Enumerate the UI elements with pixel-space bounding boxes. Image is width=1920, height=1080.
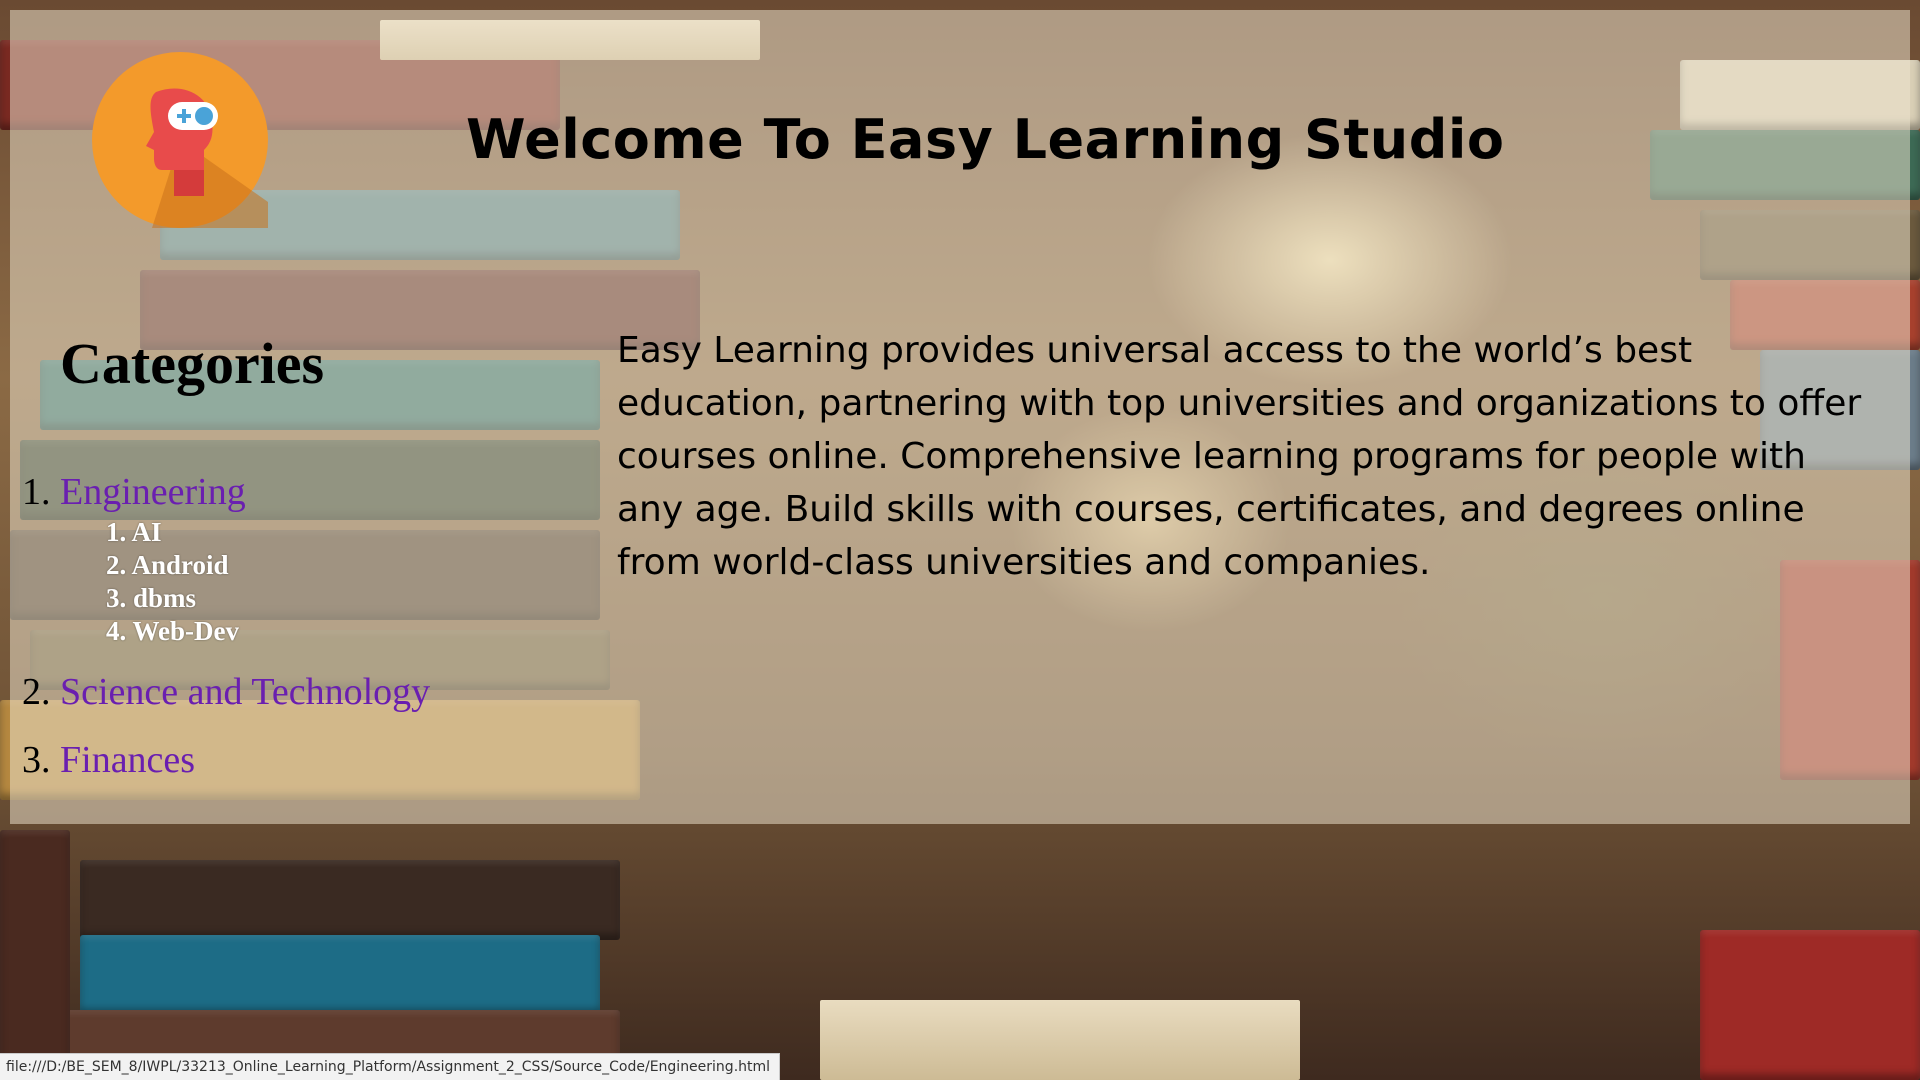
category-number: 2. bbox=[22, 671, 51, 713]
category-number: 1. bbox=[22, 471, 51, 513]
categories-heading: Categories bbox=[60, 331, 325, 396]
subcategory-item-ai[interactable]: 1. AI bbox=[106, 516, 239, 549]
engineering-subcategory-list: 1. AI 2. Android 3. dbms 4. Web-Dev bbox=[106, 516, 239, 648]
category-number: 3. bbox=[22, 739, 51, 781]
brain-gamepad-head-icon bbox=[92, 52, 268, 228]
page-title: Welcome To Easy Learning Studio bbox=[466, 108, 1505, 171]
subcategory-item-dbms[interactable]: 3. dbms bbox=[106, 582, 239, 615]
subcategory-number: 4. bbox=[106, 616, 127, 646]
subcategory-label: Web-Dev bbox=[132, 616, 239, 646]
subcategory-number: 1. bbox=[106, 517, 127, 547]
subcategory-label: AI bbox=[131, 517, 162, 547]
category-link-engineering[interactable]: Engineering bbox=[60, 470, 246, 514]
subcategory-number: 2. bbox=[106, 550, 127, 580]
subcategory-label: dbms bbox=[133, 583, 197, 613]
subcategory-item-android[interactable]: 2. Android bbox=[106, 549, 239, 582]
category-link-science-and-technology[interactable]: Science and Technology bbox=[60, 670, 430, 714]
category-link-finances[interactable]: Finances bbox=[60, 738, 195, 782]
subcategory-label: Android bbox=[131, 550, 229, 580]
subcategory-number: 3. bbox=[106, 583, 127, 613]
intro-description: Easy Learning provides universal access … bbox=[617, 330, 1862, 583]
subcategory-item-web-dev[interactable]: 4. Web-Dev bbox=[106, 615, 239, 648]
browser-status-bar: file:///D:/BE_SEM_8/IWPL/33213_Online_Le… bbox=[0, 1053, 781, 1080]
